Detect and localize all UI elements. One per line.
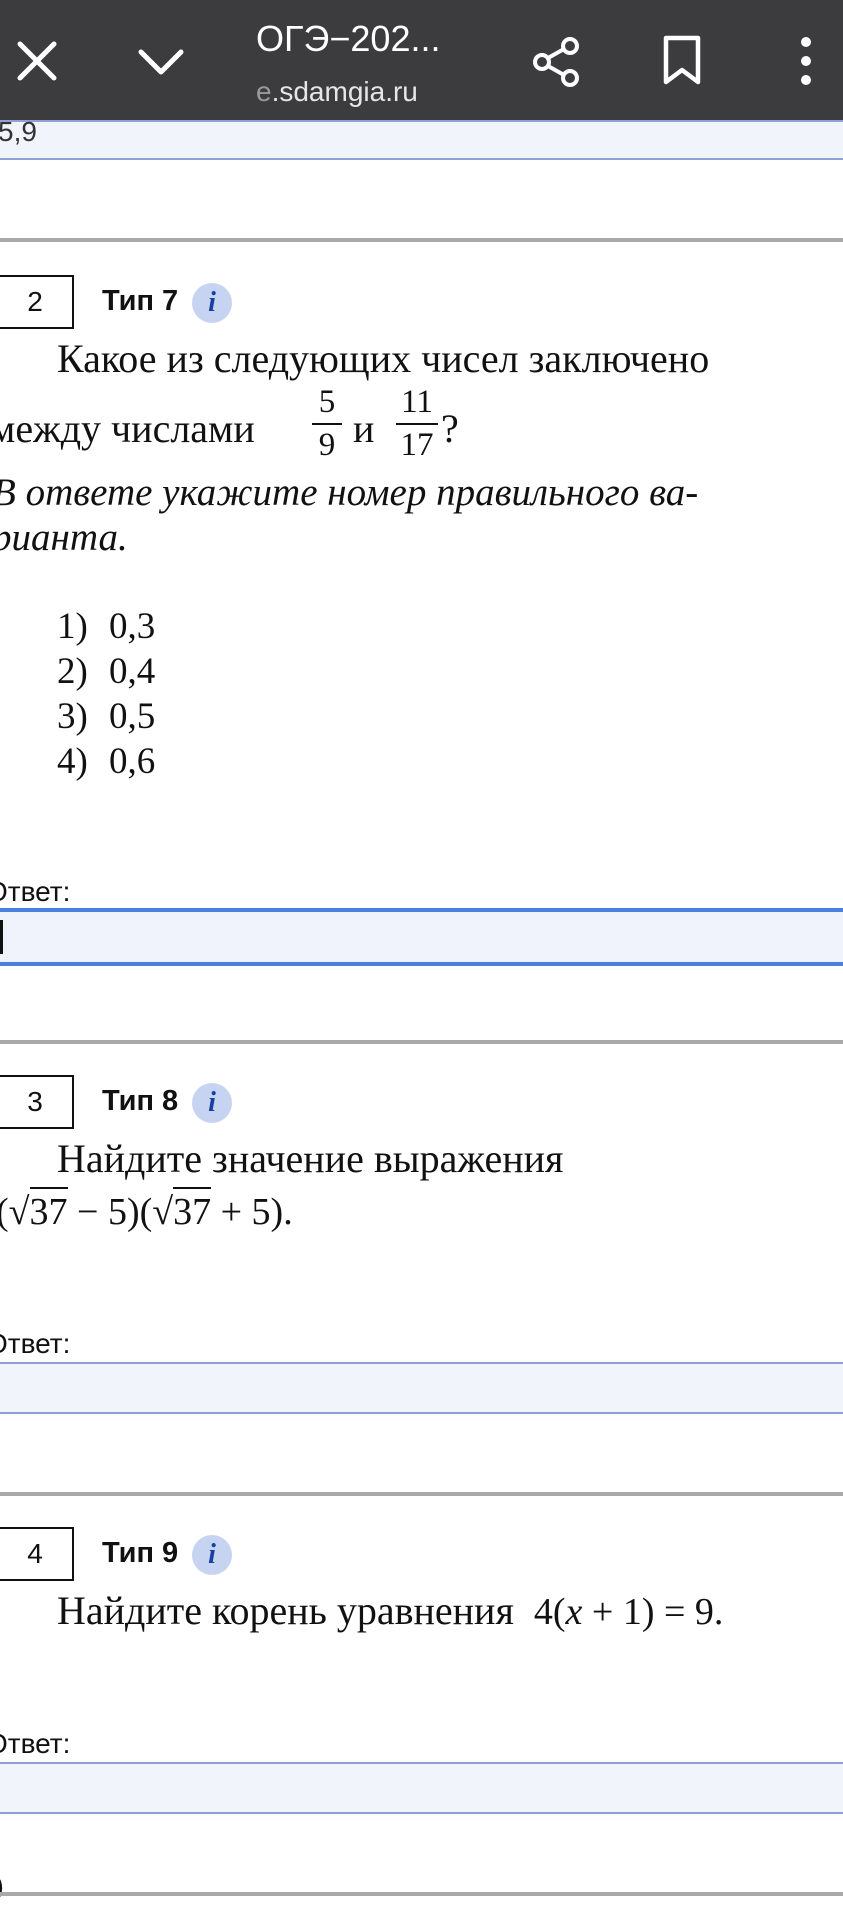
fraction-denominator: 9	[318, 427, 336, 463]
info-icon[interactable]: i	[192, 1083, 232, 1123]
next-task-partial: )	[0, 1870, 4, 1904]
task-text-question-mark: ?	[441, 406, 459, 451]
task-text-line2: между числами	[0, 405, 255, 452]
text-cursor	[0, 920, 3, 954]
task-text-and: и	[353, 406, 375, 451]
answer-label: Ответ:	[0, 1328, 71, 1359]
expr-minus-part: − 5)(	[67, 1191, 153, 1233]
equation: 4(x + 1) = 9.	[534, 1591, 724, 1633]
math-expression: (√37 − 5)(√37 + 5).	[0, 1187, 293, 1234]
option-value: 0,6	[109, 741, 156, 782]
radicand: 37	[173, 1187, 212, 1233]
option-value: 0,5	[109, 696, 156, 737]
task-number-box: 3	[0, 1075, 74, 1129]
task-number-box: 4	[0, 1527, 74, 1581]
equation-part-a: 4(	[533, 1591, 566, 1633]
task-divider	[0, 238, 843, 242]
task-type-label: Тип 8	[102, 1085, 179, 1117]
info-icon[interactable]: i	[192, 1535, 232, 1575]
fraction-5-9: 5 9	[312, 384, 342, 464]
task-divider	[0, 1040, 843, 1044]
fraction-numerator: 11	[401, 384, 433, 420]
fraction-bar	[396, 423, 438, 425]
answer-option: 4) 0,6	[57, 740, 155, 783]
fraction-numerator: 5	[318, 384, 336, 420]
equation-variable: x	[565, 1591, 583, 1633]
sqrt-sign: √	[8, 1191, 30, 1233]
answer-input[interactable]	[0, 1762, 843, 1814]
info-icon[interactable]: i	[192, 283, 232, 323]
task-instruction-line2: рианта.	[0, 516, 128, 559]
expr-plus-part: + 5).	[211, 1191, 293, 1233]
answer-input[interactable]	[0, 1362, 843, 1414]
expr-open-paren: (	[0, 1191, 9, 1233]
fraction-11-17: 11 17	[396, 384, 438, 464]
answer-option: 2) 0,4	[57, 650, 155, 693]
task-number-box: 2	[0, 275, 74, 329]
sqrt-sign: √	[152, 1191, 174, 1233]
option-value: 0,4	[109, 651, 156, 692]
option-number: 4)	[57, 741, 88, 782]
option-value: 0,3	[109, 606, 156, 647]
task-text-line1: Найдите значение выражения	[57, 1136, 564, 1181]
task-text-line2-start: между числами	[0, 406, 255, 451]
option-number: 1)	[57, 606, 88, 647]
answer-label: Ответ:	[0, 876, 71, 907]
fraction-bar	[312, 423, 342, 425]
answer-option: 1) 0,3	[57, 605, 155, 648]
radicand: 37	[29, 1187, 68, 1233]
task-instruction-line1: В ответе укажите номер правильного ва-	[0, 471, 699, 514]
task-type-label: Тип 9	[102, 1537, 179, 1569]
fraction-denominator: 17	[400, 427, 434, 463]
task-text-line1: Какое из следующих чисел заключено	[57, 336, 710, 381]
task-divider	[0, 1492, 843, 1496]
equation-part-b: + 1) = 9.	[582, 1591, 724, 1633]
answer-label: Ответ:	[0, 1728, 71, 1759]
task-text-line1: Найдите корень уравнения 4(x + 1) = 9.	[57, 1587, 723, 1634]
task-type-label: Тип 7	[102, 285, 179, 317]
answer-input[interactable]	[0, 908, 843, 966]
option-number: 3)	[57, 696, 88, 737]
toolbar-edge	[0, 0, 843, 133]
option-number: 2)	[57, 651, 88, 692]
answer-option: 3) 0,5	[57, 695, 155, 738]
task-divider	[0, 1892, 843, 1896]
task-text-start: Найдите корень уравнения	[57, 1588, 514, 1633]
